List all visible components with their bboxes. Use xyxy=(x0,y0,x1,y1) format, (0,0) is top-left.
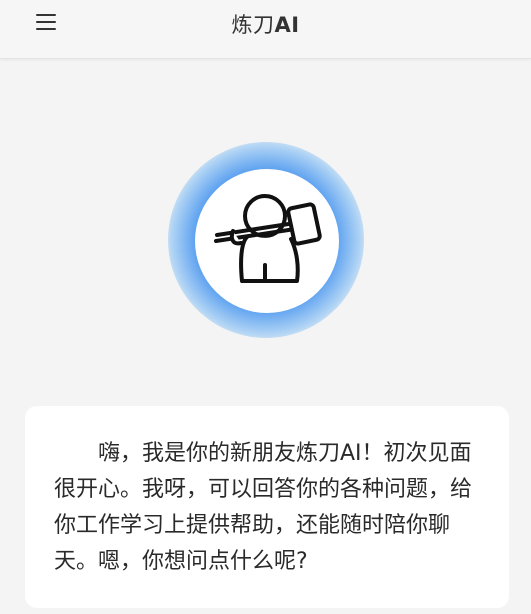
greeting-card: 嗨，我是你的新朋友炼刀AI！初次见面很开心。我呀，可以回答你的各种问题，给你工作… xyxy=(25,406,509,608)
app-title-prefix: 炼刀 xyxy=(231,13,275,37)
top-bar: 炼刀AI xyxy=(0,0,531,59)
blacksmith-hammer-icon xyxy=(214,194,322,283)
app-title: 炼刀AI xyxy=(0,9,531,39)
greeting-message: 嗨，我是你的新朋友炼刀AI！初次见面很开心。我呀，可以回答你的各种问题，给你工作… xyxy=(54,441,473,574)
app-title-suffix: AI xyxy=(274,13,300,37)
